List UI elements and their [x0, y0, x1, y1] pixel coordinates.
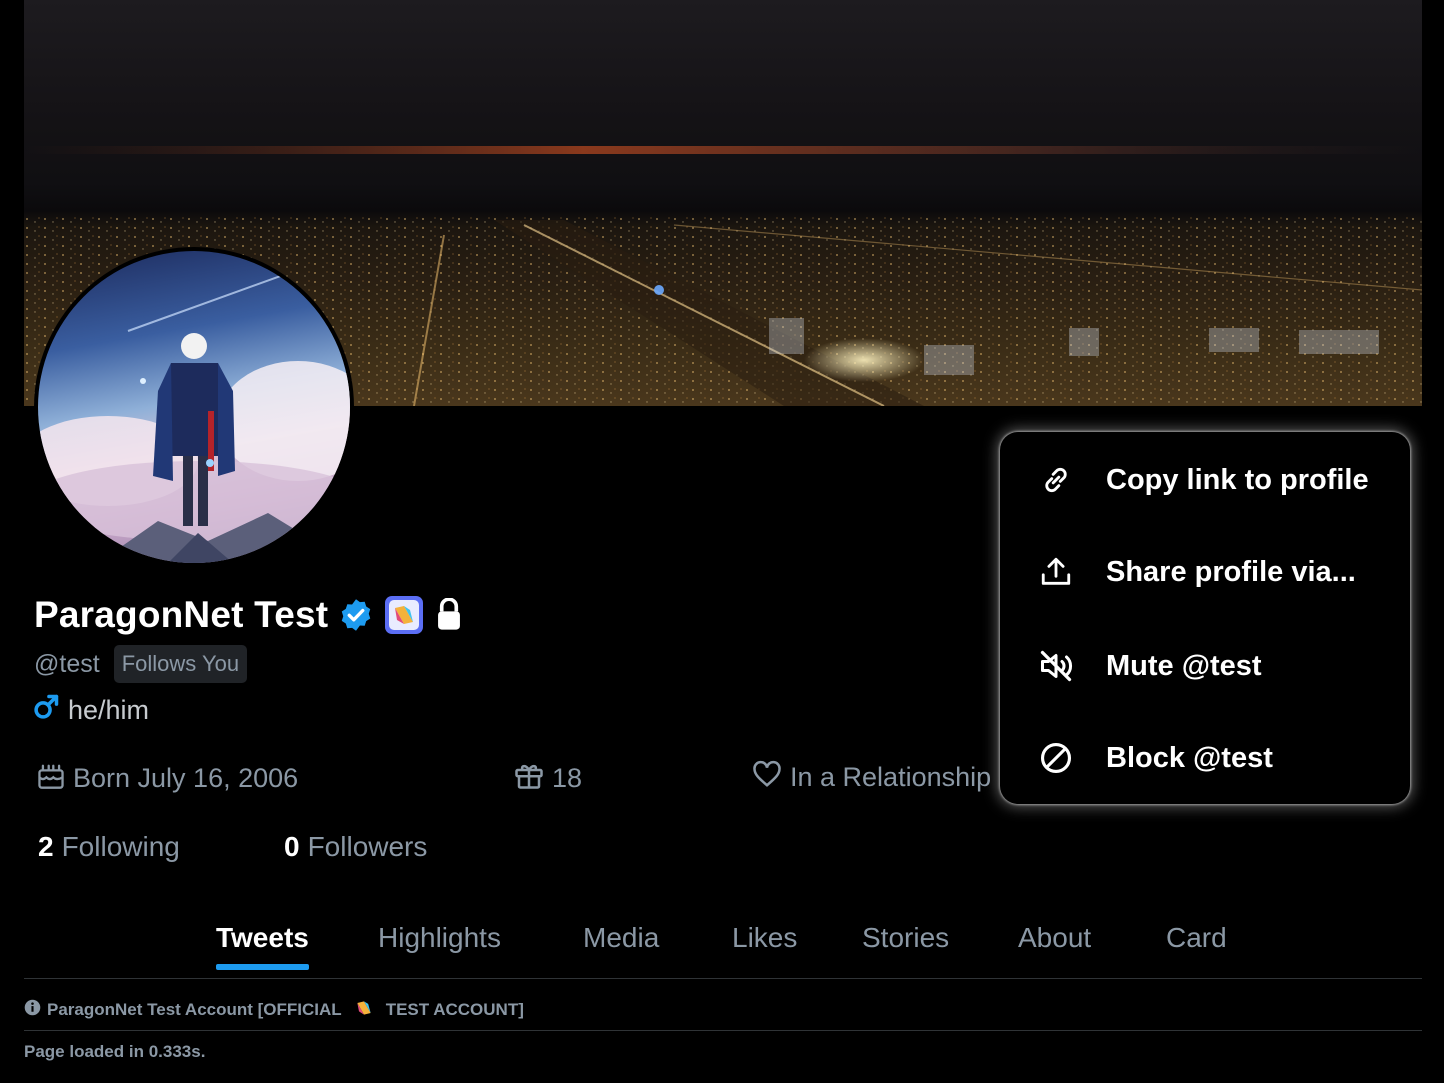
followers-count: 0 — [284, 831, 300, 862]
account-note-prefix: ParagonNet Test Account [OFFICIAL — [47, 1000, 342, 1019]
share-upload-icon — [1036, 552, 1076, 592]
account-note-suffix: TEST ACCOUNT] — [385, 1000, 524, 1019]
account-info-bar: ParagonNet Test Account [OFFICIAL TEST A… — [24, 990, 1422, 1031]
tab-card[interactable]: Card — [1166, 922, 1227, 970]
tab-tweets[interactable]: Tweets — [216, 922, 309, 970]
tab-likes[interactable]: Likes — [732, 922, 797, 970]
follow-counts: 2 Following 0 Followers — [38, 831, 427, 863]
protected-lock-icon — [434, 598, 464, 632]
age-text: 18 — [552, 763, 583, 793]
age-item: 18 — [514, 760, 582, 797]
following-count: 2 — [38, 831, 54, 862]
info-icon — [24, 999, 41, 1021]
birthday-cake-icon — [37, 760, 65, 797]
following-label: Following — [61, 831, 180, 862]
page-load-time: Page loaded in 0.333s. — [24, 1042, 206, 1061]
menu-item-label: Copy link to profile — [1106, 463, 1369, 496]
relationship-item: In a Relationship — [752, 760, 991, 795]
birthdate-item: Born July 16, 2006 — [37, 760, 298, 797]
following-link[interactable]: 2 Following — [38, 831, 284, 863]
menu-item-mute[interactable]: Mute @test — [1000, 620, 1410, 712]
verified-badge-icon — [338, 597, 374, 633]
profile-options-menu: Copy link to profile Share profile via..… — [1000, 432, 1410, 804]
tab-stories[interactable]: Stories — [862, 922, 949, 970]
follows-you-badge: Follows You — [113, 645, 248, 683]
relationship-text: In a Relationship — [790, 762, 992, 792]
followers-label: Followers — [307, 831, 428, 862]
male-symbol-icon — [32, 693, 60, 728]
link-icon — [1036, 460, 1076, 500]
profile-tabs: Tweets Highlights Media Likes Stories Ab… — [24, 918, 1422, 979]
profile-name-row: ParagonNet Test — [34, 594, 464, 636]
gift-icon — [514, 760, 544, 797]
paragon-app-badge-icon — [384, 595, 424, 635]
tab-media[interactable]: Media — [583, 922, 659, 970]
profile-display-name: ParagonNet Test — [34, 594, 329, 635]
profile-handle: @test — [34, 649, 100, 678]
mute-icon — [1036, 646, 1076, 686]
menu-item-share-profile[interactable]: Share profile via... — [1000, 526, 1410, 618]
menu-item-copy-link[interactable]: Copy link to profile — [1000, 434, 1410, 526]
pronouns-text: he/him — [68, 695, 150, 725]
menu-item-label: Block @test — [1106, 741, 1273, 774]
followers-link[interactable]: 0 Followers — [284, 831, 427, 863]
paragon-small-logo-icon — [354, 998, 374, 1023]
tab-about[interactable]: About — [1018, 922, 1091, 970]
profile-handle-row: @test Follows You — [34, 645, 248, 683]
menu-item-label: Mute @test — [1106, 649, 1262, 682]
menu-item-label: Share profile via... — [1106, 555, 1356, 588]
profile-page: ParagonNet Test @test Follows You he/him… — [0, 0, 1444, 1083]
heart-icon — [752, 760, 782, 795]
profile-meta-row: Born July 16, 2006 18 In a Relationship — [0, 760, 1000, 800]
block-icon — [1036, 738, 1076, 778]
profile-avatar[interactable] — [34, 247, 354, 567]
tab-highlights[interactable]: Highlights — [378, 922, 501, 970]
profile-pronouns: he/him — [32, 693, 149, 728]
birthdate-text: Born July 16, 2006 — [73, 763, 299, 793]
menu-item-block[interactable]: Block @test — [1000, 712, 1410, 804]
